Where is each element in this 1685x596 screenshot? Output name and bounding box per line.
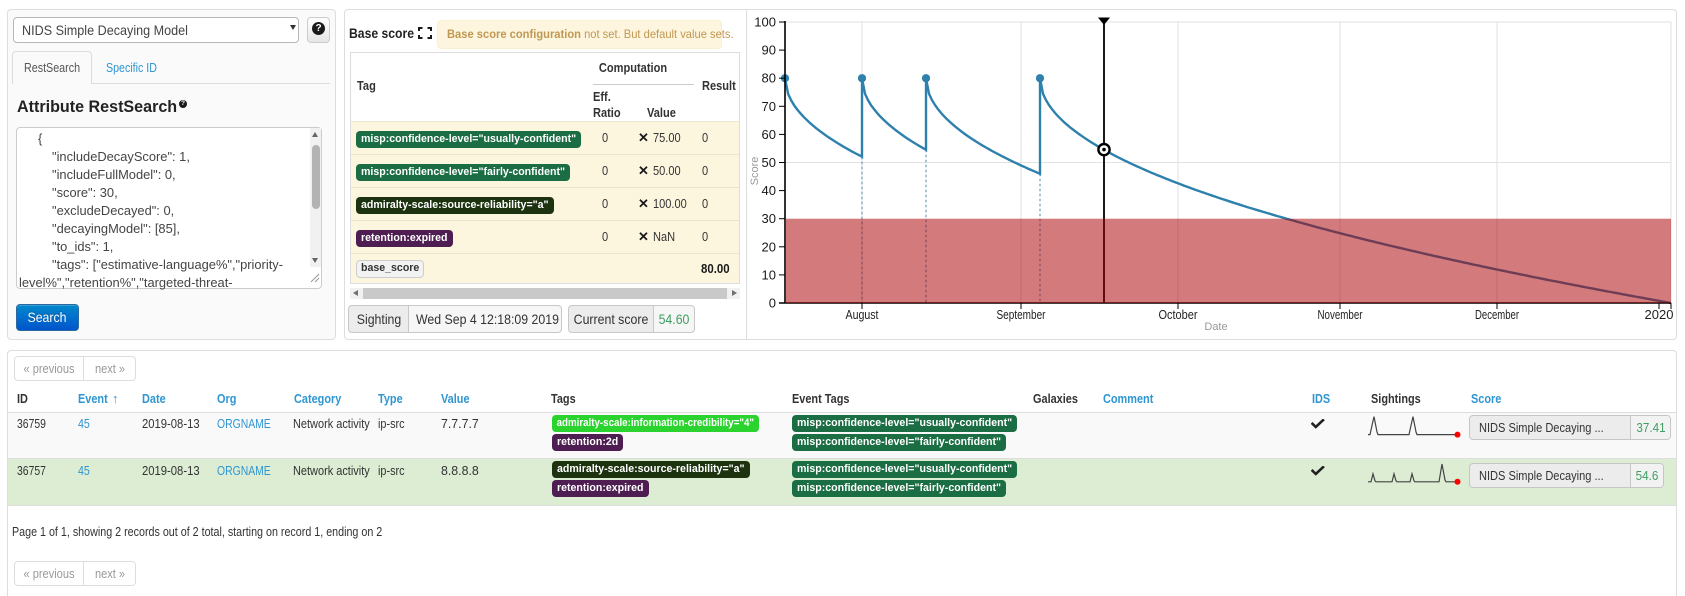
- svg-text:2020: 2020: [1645, 307, 1674, 322]
- svg-text:September: September: [997, 307, 1047, 322]
- svg-text:50: 50: [762, 155, 776, 170]
- svg-text:60: 60: [762, 127, 776, 142]
- svg-text:100: 100: [754, 15, 776, 30]
- svg-text:90: 90: [762, 43, 776, 58]
- svg-text:December: December: [1475, 307, 1519, 322]
- svg-text:August: August: [846, 307, 879, 322]
- svg-text:20: 20: [762, 239, 776, 254]
- svg-text:30: 30: [762, 211, 776, 226]
- svg-text:80: 80: [762, 71, 776, 86]
- svg-text:October: October: [1159, 307, 1199, 322]
- svg-text:Score: Score: [749, 157, 761, 186]
- svg-text:10: 10: [762, 267, 776, 282]
- svg-text:70: 70: [762, 99, 776, 114]
- svg-text:Date: Date: [1204, 321, 1227, 333]
- svg-text:0: 0: [769, 296, 776, 311]
- svg-text:40: 40: [762, 183, 776, 198]
- svg-text:November: November: [1318, 307, 1364, 322]
